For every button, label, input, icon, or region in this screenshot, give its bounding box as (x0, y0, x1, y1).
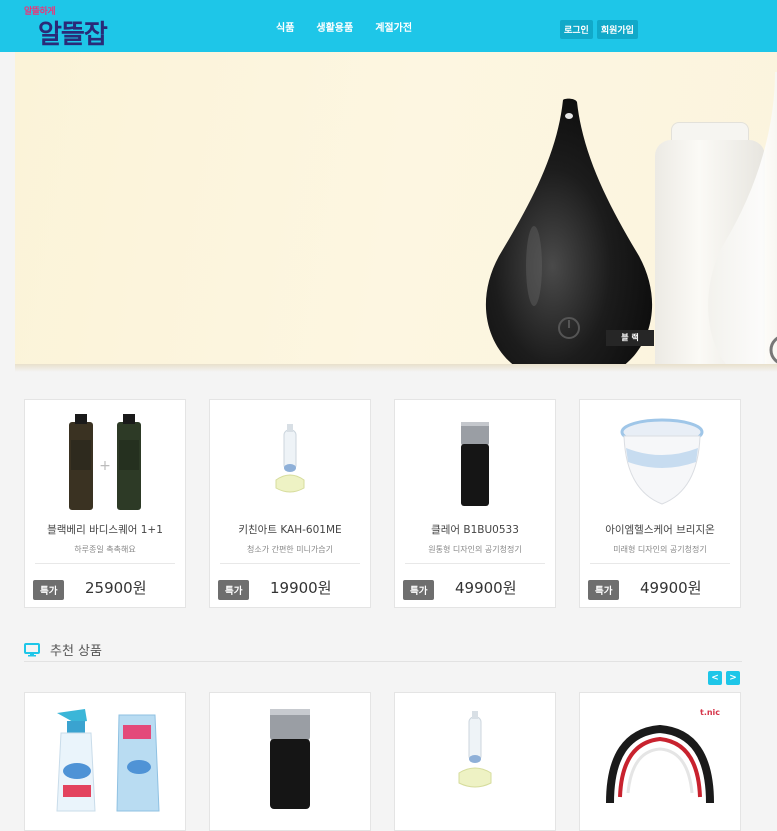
nav-seasonal-appliances[interactable]: 계절가전 (375, 19, 412, 34)
brand-logo-text: t.nic (700, 708, 720, 717)
hero-banner[interactable]: 블 랙 (15, 52, 777, 370)
main-nav: 식품 생활용품 계절가전 (276, 0, 434, 52)
product-card[interactable]: + 블랙베리 바디스퀘어 1+1 하루종일 촉촉해요 특가 25900원 (24, 399, 186, 608)
login-button[interactable]: 로그인 (560, 20, 593, 39)
product-price: 49900원 (455, 579, 517, 597)
product-image-air-purifier-bowl (620, 418, 704, 505)
card-divider (220, 563, 360, 564)
product-image-spray-cleaner (56, 709, 160, 812)
product-description: 청소가 간편한 미니가습기 (246, 545, 334, 554)
monitor-icon (24, 642, 40, 656)
product-description: 원통형 디자인의 공기청정기 (428, 545, 522, 554)
product-name[interactable]: 아이엠헬스케어 브리지온 (580, 522, 740, 537)
color-label: 블 랙 (606, 330, 654, 346)
auth-buttons: 로그인 회원가입 (560, 20, 638, 39)
product-image-mini-humidifier (458, 711, 492, 788)
nav-household[interactable]: 생활용품 (316, 19, 353, 34)
product-description: 하루종일 촉촉해요 (74, 545, 136, 554)
carousel-controls: < > (708, 671, 740, 685)
white-drop-humidifier-image (708, 72, 777, 370)
recommended-card[interactable] (394, 692, 556, 831)
product-image-mini-humidifier (275, 424, 305, 493)
nav-food[interactable]: 식품 (276, 19, 294, 34)
black-drop-humidifier-image (485, 98, 653, 370)
recommended-card[interactable] (209, 692, 371, 831)
carousel-next-button[interactable]: > (726, 671, 740, 685)
logo-text: 알뜰잡 (38, 20, 108, 50)
product-price: 19900원 (270, 579, 332, 597)
product-card[interactable]: 아이엠헬스케어 브리지온 미래형 디자인의 공기청정기 특가 49900원 (579, 399, 741, 608)
card-divider (35, 563, 175, 564)
product-price: 25900원 (85, 579, 147, 597)
special-price-badge: 특가 (218, 580, 250, 600)
site-logo[interactable]: 알뜰하게 알뜰잡 (24, 4, 124, 50)
product-description: 미래형 디자인의 공기청정기 (613, 545, 707, 554)
product-name[interactable]: 클레어 B1BU0533 (395, 522, 555, 537)
card-divider (590, 563, 730, 564)
product-card[interactable]: 클레어 B1BU0533 원통형 디자인의 공기청정기 특가 49900원 (394, 399, 556, 608)
svg-text:+: + (99, 458, 111, 474)
product-card[interactable]: 키친아트 KAH-601ME 청소가 간편한 미니가습기 특가 19900원 (209, 399, 371, 608)
banner-divider (15, 364, 777, 372)
special-price-badge: 특가 (33, 580, 65, 600)
section-divider (24, 661, 742, 662)
signup-button[interactable]: 회원가입 (596, 20, 638, 39)
carousel-prev-button[interactable]: < (708, 671, 722, 685)
product-image-body-square: + (69, 414, 141, 510)
special-price-badge: 특가 (403, 580, 435, 600)
product-price: 49900원 (640, 579, 702, 597)
section-title-text: 추천 상품 (50, 644, 102, 659)
recommended-section-title: 추천 상품 (24, 640, 102, 659)
product-image-massage-headband: t.nic (606, 708, 720, 804)
recommended-card[interactable] (24, 692, 186, 831)
recommended-card[interactable]: t.nic (579, 692, 741, 831)
product-image-air-purifier-cylinder (270, 709, 310, 809)
special-price-badge: 특가 (588, 580, 620, 600)
product-name[interactable]: 블랙베리 바디스퀘어 1+1 (25, 522, 185, 537)
card-divider (405, 563, 545, 564)
site-header: 알뜰하게 알뜰잡 식품 생활용품 계절가전 로그인 회원가입 (0, 0, 777, 52)
product-image-air-purifier-cylinder (461, 422, 489, 506)
product-name[interactable]: 키친아트 KAH-601ME (210, 522, 370, 537)
